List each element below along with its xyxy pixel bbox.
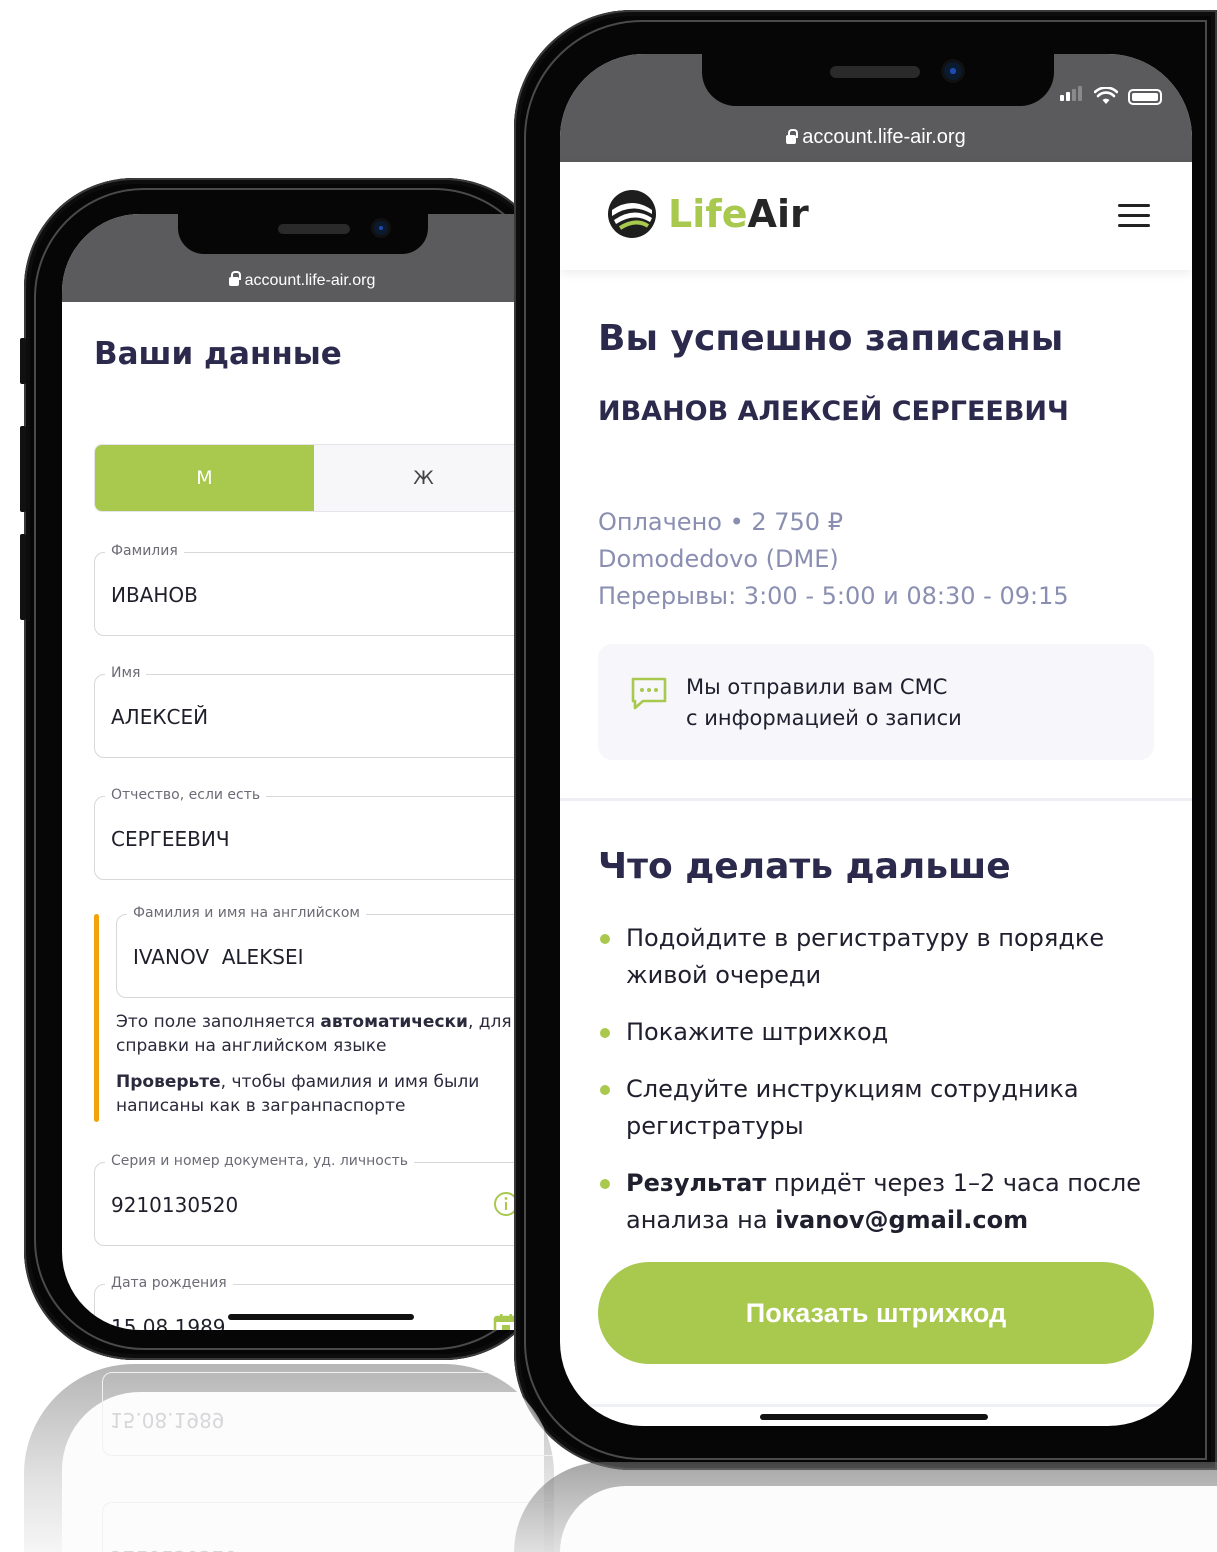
next-steps-list: Подойдите в регистратуру в порядке живой… xyxy=(598,920,1158,1259)
document-label: Серия и номер документа, уд. личность xyxy=(105,1153,414,1169)
url-text: account.life-air.org xyxy=(802,126,966,148)
breaks-schedule: Перерывы: 3:00 - 5:00 и 08:30 - 09:15 xyxy=(598,582,1069,610)
sms-line: Мы отправили вам СМС xyxy=(686,675,948,699)
show-barcode-button[interactable]: Показать штрихкод xyxy=(598,1262,1154,1364)
reflection-screen xyxy=(560,1486,1217,1552)
warning-bar xyxy=(94,914,99,1122)
list-item: Следуйте инструкциям сотрудника регистра… xyxy=(598,1071,1158,1145)
logo-text[interactable]: LifeAir xyxy=(668,192,809,236)
home-indicator xyxy=(228,1314,414,1320)
personal-data-form: Ваши данные М Ж Фамилия ИВАНОВ Имя АЛЕКС… xyxy=(94,336,542,1330)
wifi-icon xyxy=(1094,87,1118,104)
last-name-label: Фамилия xyxy=(105,543,184,559)
reflection-text: 15.08.1989 xyxy=(110,1408,225,1432)
phone-left: account.life-air.org Ваши данные М Ж Фам… xyxy=(20,178,554,1360)
email-bold: ivanov@gmail.com xyxy=(775,1206,1029,1234)
lock-icon xyxy=(228,271,241,286)
first-name-field[interactable]: Имя АЛЕКСЕЙ xyxy=(94,665,534,758)
list-item: Покажите штрихкод xyxy=(598,1014,1158,1051)
first-name-label: Имя xyxy=(105,665,147,681)
notch xyxy=(178,214,428,254)
success-title: Вы успешно записаны xyxy=(598,318,1064,359)
page-title: Ваши данные xyxy=(94,336,342,372)
address-bar[interactable]: account.life-air.org xyxy=(62,271,542,290)
browser-bar: account.life-air.org xyxy=(62,214,542,302)
camera xyxy=(374,221,388,235)
volume-down-button xyxy=(20,534,26,620)
document-value: 9210130520 xyxy=(111,1193,239,1217)
reflection-screen: 15.08.1989 9210130520 xyxy=(62,1372,554,1552)
battery-icon xyxy=(1128,89,1162,105)
app-header: LifeAir xyxy=(560,162,1192,270)
sms-icon xyxy=(631,677,667,710)
gender-toggle: М Ж xyxy=(94,444,534,512)
first-name-value: АЛЕКСЕЙ xyxy=(111,705,209,729)
lock-icon xyxy=(786,129,799,144)
logo-life: Life xyxy=(668,192,748,236)
auto-fill-note: Это поле заполняется автоматически, для … xyxy=(116,1010,536,1058)
middle-name-label: Отчество, если есть xyxy=(105,787,267,803)
mute-switch xyxy=(20,338,26,384)
check-note: Проверьте, чтобы фамилия и имя были напи… xyxy=(116,1070,536,1118)
phone-right: account.life-air.org LifeAir Вы успешно … xyxy=(514,10,1217,1470)
sms-text: Мы отправили вам СМС с информацией о зап… xyxy=(686,672,962,734)
middle-name-value: СЕРГЕЕВИЧ xyxy=(111,827,230,851)
reflection-field xyxy=(102,1502,554,1552)
home-indicator xyxy=(760,1414,988,1420)
result-bold: Результат xyxy=(626,1169,767,1197)
birth-date-label: Дата рождения xyxy=(105,1275,233,1291)
right-phone-reflection xyxy=(514,1462,1217,1552)
document-field[interactable]: Серия и номер документа, уд. личность 92… xyxy=(94,1153,534,1246)
logo-icon[interactable] xyxy=(606,188,658,240)
left-screen: account.life-air.org Ваши данные М Ж Фам… xyxy=(62,214,542,1330)
camera xyxy=(944,62,962,80)
gender-female-option[interactable]: Ж xyxy=(314,445,533,511)
english-name-block: Фамилия и имя на английском IVANOV ALEKS… xyxy=(94,905,536,1122)
reflection-text: 9210130520 xyxy=(110,1546,237,1552)
last-name-field[interactable]: Фамилия ИВАНОВ xyxy=(94,543,534,636)
english-name-value: IVANOV ALEKSEI xyxy=(133,945,304,969)
next-steps-title: Что делать дальше xyxy=(598,846,1011,887)
list-item: Подойдите в регистратуру в порядке живой… xyxy=(598,920,1158,994)
birth-date-value: 15.08.1989 xyxy=(111,1315,226,1330)
signal-icon xyxy=(1060,86,1084,105)
note-bold: Проверьте xyxy=(116,1072,221,1092)
sms-line: с информацией о записи xyxy=(686,706,962,730)
speaker xyxy=(278,224,350,234)
middle-name-field[interactable]: Отчество, если есть СЕРГЕЕВИЧ xyxy=(94,787,534,880)
note-text: Это поле заполняется xyxy=(116,1012,321,1032)
menu-icon[interactable] xyxy=(1118,204,1150,228)
list-item: Результат придёт через 1–2 часа после ан… xyxy=(598,1165,1158,1239)
note-bold: автоматически xyxy=(320,1012,468,1032)
sms-notice: Мы отправили вам СМС с информацией о зап… xyxy=(598,644,1154,760)
browser-bar: account.life-air.org xyxy=(560,54,1192,162)
divider xyxy=(560,798,1192,801)
birth-date-field[interactable]: Дата рождения 15.08.1989 xyxy=(94,1275,534,1330)
english-name-label: Фамилия и имя на английском xyxy=(127,905,366,921)
location: Domodedovo (DME) xyxy=(598,545,839,573)
address-bar[interactable]: account.life-air.org xyxy=(560,126,1192,149)
patient-name: ИВАНОВ АЛЕКСЕЙ СЕРГЕЕВИЧ xyxy=(598,396,1069,427)
english-name-field[interactable]: Фамилия и имя на английском IVANOV ALEKS… xyxy=(116,905,536,998)
volume-up-button xyxy=(20,426,26,512)
notch xyxy=(702,54,1054,106)
divider xyxy=(560,1404,1192,1407)
logo-air: Air xyxy=(747,192,809,236)
url-text: account.life-air.org xyxy=(244,272,376,289)
status-icons xyxy=(1060,86,1162,105)
right-screen: account.life-air.org LifeAir Вы успешно … xyxy=(560,54,1192,1426)
last-name-value: ИВАНОВ xyxy=(111,583,198,607)
payment-status: Оплачено • 2 750 ₽ xyxy=(598,508,843,536)
gender-male-option[interactable]: М xyxy=(95,445,314,511)
left-phone-reflection: 15.08.1989 9210130520 xyxy=(24,1364,554,1552)
speaker xyxy=(830,66,920,78)
